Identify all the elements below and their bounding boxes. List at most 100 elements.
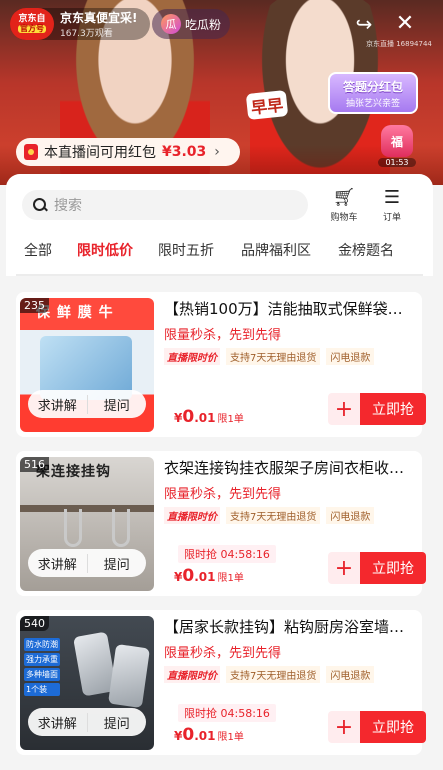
official-tag: 官方号 xyxy=(18,23,46,34)
return-policy-tag: 支持7天无理由退货 xyxy=(226,507,321,524)
product-title[interactable]: 衣架连接钩挂衣服架子房间衣柜收… xyxy=(164,457,414,478)
panel-header: 搜索 🛒︎ 购物车 ☰ 订单 全部 限时低价 限时五折 品牌福利区 金榜题名 xyxy=(6,174,433,276)
live-price-tag: 直播限时价 xyxy=(164,666,220,683)
add-to-cart-button[interactable]: + xyxy=(328,393,360,425)
product-tags: 直播限时价 支持7天无理由退货 闪电退款 xyxy=(164,666,375,683)
return-policy-tag: 支持7天无理由退货 xyxy=(226,666,321,683)
feature-tag: 防水防潮 xyxy=(24,638,60,651)
feature-tag: 多种墙面 xyxy=(24,668,60,681)
share-icon[interactable]: ↪ xyxy=(352,12,376,36)
product-tags: 直播限时价 支持7天无理由退货 闪电退款 xyxy=(164,507,375,524)
fans-label: 吃瓜粉 xyxy=(184,17,221,32)
feature-tag: 1个装 xyxy=(24,683,60,696)
lucky-bag-timer: 01:53 xyxy=(378,158,416,167)
fans-club-button[interactable]: 瓜 吃瓜粉 xyxy=(152,9,230,39)
orders-label: 订单 xyxy=(382,213,401,223)
product-tags: 直播限时价 支持7天无理由退货 闪电退款 xyxy=(164,348,375,365)
quiz-subtitle: 抽张艺兴亲签 xyxy=(345,99,400,109)
fast-refund-tag: 闪电退款 xyxy=(326,666,375,683)
explain-ask-buttons: 求讲解 提问 xyxy=(28,708,146,736)
orders-button[interactable]: ☰ 订单 xyxy=(372,186,412,223)
product-promo: 限量秒杀，先到先得 xyxy=(164,487,282,502)
redpack-text: 本直播间可用红包 xyxy=(44,145,156,161)
product-image[interactable]: 保 鲜 膜 牛 235 求讲解 提问 xyxy=(20,298,154,432)
product-number-badge: 235 xyxy=(20,298,49,313)
product-promo: 限量秒杀，先到先得 xyxy=(164,328,282,343)
product-card[interactable]: 架连接挂钩 516 求讲解 提问 衣架连接钩挂衣服架子房间衣柜收… 限量秒杀，先… xyxy=(16,451,426,596)
lucky-bag-button[interactable]: 福 01:53 xyxy=(378,125,416,167)
shopping-panel: 搜索 🛒︎ 购物车 ☰ 订单 全部 限时低价 限时五折 品牌福利区 金榜题名 保… xyxy=(6,174,433,770)
buy-now-button[interactable]: 立即抢 xyxy=(360,552,426,584)
hook-graphic xyxy=(64,509,82,547)
request-explain-button[interactable]: 求讲解 xyxy=(28,554,87,573)
price-decimal: .01 xyxy=(194,570,216,584)
shop-info-pill[interactable]: 京东自 官方号 京东真便宜采! 167.3万观看 xyxy=(10,8,150,40)
quiz-title: 答题分红包 xyxy=(342,80,403,94)
product-number-badge: 516 xyxy=(20,457,49,472)
price-integer: 0 xyxy=(182,407,195,427)
product-price: ¥0.01 限1单 xyxy=(174,566,244,586)
product-title[interactable]: 【热销100万】洁能抽取式保鲜袋… xyxy=(164,298,414,319)
hook-graphic xyxy=(107,643,151,709)
fans-avatar-icon: 瓜 xyxy=(160,14,181,34)
fast-refund-tag: 闪电退款 xyxy=(326,507,375,524)
ask-question-button[interactable]: 提问 xyxy=(86,712,147,732)
add-to-cart-button[interactable]: + xyxy=(328,711,360,743)
explain-ask-buttons: 求讲解 提问 xyxy=(28,390,146,418)
redpack-bar[interactable]: 本直播间可用红包 ¥3.03 › xyxy=(16,138,240,166)
request-explain-button[interactable]: 求讲解 xyxy=(28,713,87,732)
price-integer: 0 xyxy=(182,566,195,586)
purchase-limit: 限1单 xyxy=(217,732,244,743)
product-card[interactable]: 防水防潮 强力承重 多种墙面 1个装 540 求讲解 提问 【居家长款挂钩】粘钩… xyxy=(16,610,426,755)
search-icon xyxy=(32,197,48,213)
product-price: ¥0.01 限1单 xyxy=(174,725,244,745)
product-image[interactable]: 架连接挂钩 516 求讲解 提问 xyxy=(20,457,154,591)
tab-limited-low-price[interactable]: 限时低价 xyxy=(77,240,133,260)
ask-question-button[interactable]: 提问 xyxy=(86,394,147,414)
shop-logo[interactable]: 京东自 官方号 xyxy=(10,8,54,40)
add-to-cart-button[interactable]: + xyxy=(328,552,360,584)
tabs-divider xyxy=(16,274,423,276)
product-card[interactable]: 保 鲜 膜 牛 235 求讲解 提问 【热销100万】洁能抽取式保鲜袋… 限量秒… xyxy=(16,292,426,437)
product-promo: 限量秒杀，先到先得 xyxy=(164,646,282,661)
redpack-icon xyxy=(24,144,38,160)
orders-icon: ☰ xyxy=(383,187,401,208)
ask-question-button[interactable]: 提问 xyxy=(86,553,147,573)
room-id: 京东直播 16894744 xyxy=(366,40,432,48)
tab-limited-half-price[interactable]: 限时五折 xyxy=(158,240,214,260)
shop-name: 京东真便宜采! xyxy=(60,11,138,25)
cart-label: 购物车 xyxy=(330,213,358,223)
live-price-tag: 直播限时价 xyxy=(164,348,220,365)
search-input[interactable]: 搜索 xyxy=(22,190,308,220)
product-feature-tags: 防水防潮 强力承重 多种墙面 1个装 xyxy=(24,638,60,698)
tab-all[interactable]: 全部 xyxy=(24,240,52,260)
product-price: ¥0.01 限1单 xyxy=(174,407,244,427)
request-explain-button[interactable]: 求讲解 xyxy=(28,395,87,414)
flash-sale-timer: 限时抢 04:58:16 xyxy=(178,545,276,563)
price-integer: 0 xyxy=(182,725,195,745)
return-policy-tag: 支持7天无理由退货 xyxy=(226,348,321,365)
cart-button[interactable]: 🛒︎ 购物车 xyxy=(324,186,364,223)
live-stream-video[interactable]: 京东自 官方号 京东真便宜采! 167.3万观看 瓜 吃瓜粉 ↪ ✕ 京东直播 … xyxy=(0,0,443,185)
close-icon[interactable]: ✕ xyxy=(392,10,418,36)
lucky-bag-icon: 福 xyxy=(381,125,413,157)
quiz-redpack-banner[interactable]: 答题分红包 抽张艺兴亲签 xyxy=(328,72,418,114)
flash-sale-timer: 限时抢 04:58:16 xyxy=(178,704,276,722)
product-title[interactable]: 【居家长款挂钩】粘钩厨房浴室墙… xyxy=(164,616,414,637)
host-sign: 早早 xyxy=(245,89,289,121)
cart-icon: 🛒︎ xyxy=(332,187,356,208)
product-number-badge: 540 xyxy=(20,616,49,631)
tab-brand-benefits[interactable]: 品牌福利区 xyxy=(241,240,311,260)
hanger-rod-graphic xyxy=(20,505,154,512)
tab-gold-list[interactable]: 金榜题名 xyxy=(338,240,394,260)
feature-tag: 强力承重 xyxy=(24,653,60,666)
redpack-amount: ¥3.03 xyxy=(162,144,207,160)
explain-ask-buttons: 求讲解 提问 xyxy=(28,549,146,577)
live-price-tag: 直播限时价 xyxy=(164,507,220,524)
buy-now-button[interactable]: 立即抢 xyxy=(360,711,426,743)
purchase-limit: 限1单 xyxy=(217,414,244,425)
product-image[interactable]: 防水防潮 强力承重 多种墙面 1个装 540 求讲解 提问 xyxy=(20,616,154,750)
buy-now-button[interactable]: 立即抢 xyxy=(360,393,426,425)
category-tabs: 全部 限时低价 限时五折 品牌福利区 金榜题名 xyxy=(6,240,433,266)
hook-graphic xyxy=(112,509,130,547)
